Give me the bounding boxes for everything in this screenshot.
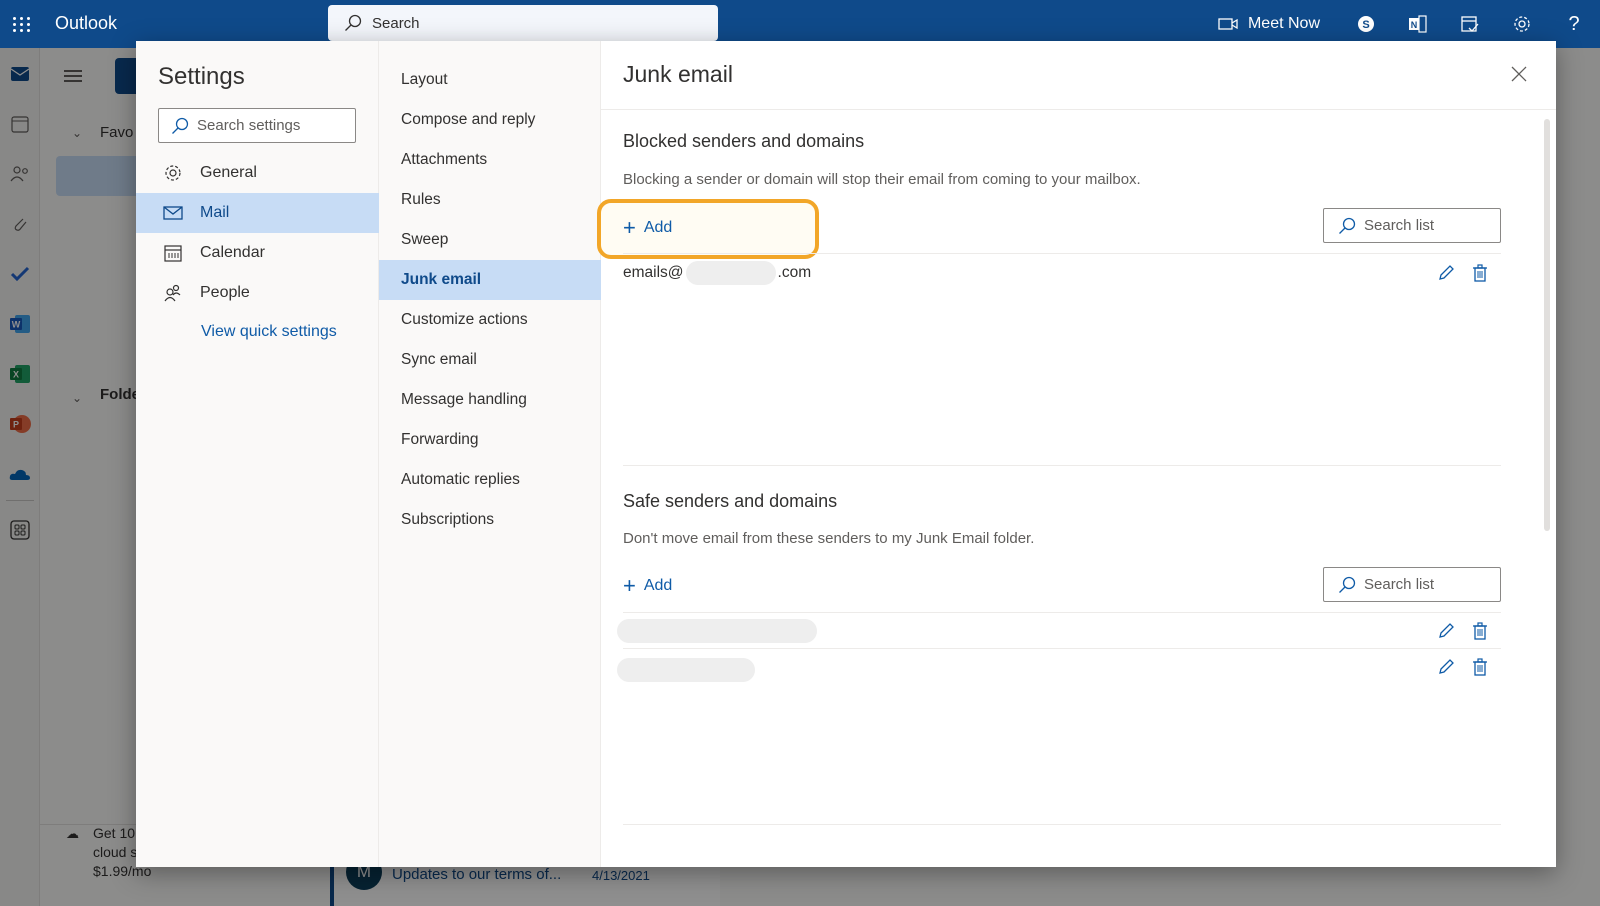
edit-icon[interactable] bbox=[1435, 656, 1457, 678]
settings-category-calendar[interactable]: Calendar bbox=[136, 233, 379, 273]
plus-icon: + bbox=[623, 215, 636, 240]
delete-icon[interactable] bbox=[1469, 262, 1491, 284]
plus-icon: + bbox=[623, 573, 636, 598]
gear-icon bbox=[162, 162, 184, 184]
search-icon bbox=[1339, 576, 1356, 593]
settings-category-mail[interactable]: Mail bbox=[136, 193, 379, 233]
row-divider bbox=[623, 253, 1501, 254]
search-settings-input[interactable]: Search settings bbox=[158, 108, 356, 143]
settings-title: Settings bbox=[158, 63, 245, 90]
search-icon bbox=[172, 117, 189, 134]
edit-icon[interactable] bbox=[1435, 620, 1457, 642]
safe-section-title: Safe senders and domains bbox=[623, 491, 838, 511]
safe-search-list-input[interactable]: Search list bbox=[1323, 567, 1501, 602]
app-launcher-icon[interactable] bbox=[10, 12, 34, 36]
settings-category-general[interactable]: General bbox=[136, 153, 379, 193]
delete-icon[interactable] bbox=[1469, 620, 1491, 642]
row-divider bbox=[623, 612, 1501, 613]
search-icon bbox=[1339, 217, 1356, 234]
email-suffix: .com bbox=[777, 264, 812, 281]
section-message-handling[interactable]: Message handling bbox=[379, 380, 601, 420]
safe-sender-entry-redacted bbox=[617, 619, 817, 643]
safe-add-button[interactable]: + Add bbox=[623, 573, 672, 599]
edit-icon[interactable] bbox=[1435, 262, 1457, 284]
search-icon bbox=[345, 14, 362, 31]
blocked-sender-entry: emails@ .com bbox=[623, 261, 811, 285]
mail-icon bbox=[162, 202, 184, 224]
section-subscriptions[interactable]: Subscriptions bbox=[379, 500, 601, 540]
category-label: People bbox=[200, 284, 250, 301]
settings-category-people[interactable]: People bbox=[136, 273, 379, 313]
blocked-section-title: Blocked senders and domains bbox=[623, 131, 865, 151]
people-icon bbox=[162, 282, 184, 304]
section-forwarding[interactable]: Forwarding bbox=[379, 420, 601, 460]
blocked-search-list-input[interactable]: Search list bbox=[1323, 208, 1501, 243]
delete-icon[interactable] bbox=[1469, 656, 1491, 678]
search-placeholder: Search bbox=[372, 14, 420, 32]
svg-text:N: N bbox=[1411, 20, 1418, 30]
section-divider bbox=[623, 824, 1501, 825]
category-label: General bbox=[200, 164, 257, 181]
blocked-section-description: Blocking a sender or domain will stop th… bbox=[623, 171, 1141, 188]
panel-title: Junk email bbox=[623, 61, 733, 87]
global-search-input[interactable]: Search bbox=[328, 5, 718, 41]
section-attachments[interactable]: Attachments bbox=[379, 140, 601, 180]
safe-section-description: Don't move email from these senders to m… bbox=[623, 530, 1035, 547]
redacted-domain bbox=[685, 261, 776, 285]
section-sync-email[interactable]: Sync email bbox=[379, 340, 601, 380]
blocked-add-button[interactable]: + Add bbox=[623, 215, 672, 241]
view-quick-settings-link[interactable]: View quick settings bbox=[201, 323, 337, 341]
section-divider bbox=[623, 465, 1501, 466]
category-label: Mail bbox=[200, 204, 230, 221]
meet-now-button[interactable]: Meet Now bbox=[1248, 15, 1320, 33]
settings-dialog: Settings Search settings General Mail Ca… bbox=[136, 41, 1556, 867]
search-list-placeholder: Search list bbox=[1364, 217, 1435, 234]
section-sweep[interactable]: Sweep bbox=[379, 220, 601, 260]
settings-categories: Settings Search settings General Mail Ca… bbox=[136, 41, 379, 867]
search-settings-placeholder: Search settings bbox=[197, 117, 301, 134]
email-prefix: emails@ bbox=[623, 264, 684, 281]
calendar-icon bbox=[162, 242, 184, 264]
section-layout[interactable]: Layout bbox=[379, 60, 601, 100]
add-label: Add bbox=[643, 219, 673, 236]
app-name[interactable]: Outlook bbox=[55, 13, 117, 34]
section-compose-and-reply[interactable]: Compose and reply bbox=[379, 100, 601, 140]
safe-sender-entry-redacted bbox=[617, 658, 755, 682]
header-divider bbox=[601, 109, 1556, 110]
svg-text:S: S bbox=[1362, 19, 1369, 31]
add-label: Add bbox=[643, 577, 673, 594]
section-automatic-replies[interactable]: Automatic replies bbox=[379, 460, 601, 500]
mail-settings-sections: Layout Compose and reply Attachments Rul… bbox=[379, 41, 601, 867]
section-junk-email[interactable]: Junk email bbox=[379, 260, 601, 300]
row-divider bbox=[623, 648, 1501, 649]
close-icon[interactable] bbox=[1510, 65, 1530, 85]
scrollbar[interactable] bbox=[1544, 119, 1550, 531]
search-list-placeholder: Search list bbox=[1364, 576, 1435, 593]
section-rules[interactable]: Rules bbox=[379, 180, 601, 220]
section-customize-actions[interactable]: Customize actions bbox=[379, 300, 601, 340]
junk-email-panel: Junk email Blocked senders and domains B… bbox=[597, 41, 1556, 867]
category-label: Calendar bbox=[200, 244, 265, 261]
